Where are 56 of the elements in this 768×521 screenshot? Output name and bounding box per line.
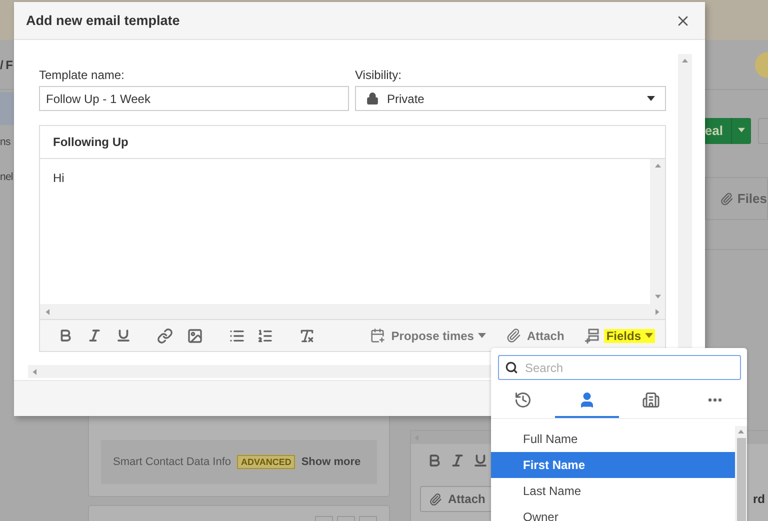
bullet-list-icon[interactable] [229, 328, 245, 344]
caret-icon [645, 332, 653, 340]
building-icon [642, 390, 660, 408]
search-icon [505, 361, 518, 374]
clear-format-icon[interactable] [299, 328, 315, 344]
bold-icon[interactable] [427, 452, 442, 468]
underline-icon[interactable] [473, 452, 488, 468]
numbered-list-icon[interactable] [257, 328, 273, 344]
paperclip-icon [720, 192, 734, 206]
italic-icon[interactable] [87, 328, 102, 343]
link-icon[interactable] [157, 328, 173, 344]
field-label: Template name: [39, 67, 126, 83]
search-field[interactable]: Search [498, 355, 741, 380]
advanced-badge: ADVANCED [237, 455, 296, 469]
composer-button[interactable]: rd [753, 486, 768, 512]
bold-icon[interactable] [58, 328, 73, 343]
paperclip-icon [429, 492, 442, 506]
scroll-up-icon [654, 163, 660, 169]
scrollbar[interactable] [735, 426, 747, 521]
caret-icon [478, 332, 486, 340]
show-more-link[interactable]: Show more [301, 456, 361, 468]
italic-icon[interactable] [450, 452, 465, 468]
sidebar-item[interactable]: nel [0, 160, 14, 195]
more-icon [708, 398, 722, 402]
toolbar-action[interactable]: Attach [506, 328, 566, 343]
scrollbar[interactable] [650, 159, 665, 304]
template-name-field[interactable]: Follow Up - 1 Week [39, 86, 349, 111]
scrollbar[interactable] [40, 304, 665, 319]
person-icon [578, 390, 596, 408]
smart-contact-label: Smart Contact Data Info [113, 456, 231, 468]
field-label: Visibility: [355, 67, 402, 83]
scroll-down-icon [654, 294, 660, 300]
calendar-plus-icon [370, 328, 386, 343]
dialog-title: Add new email template [26, 13, 180, 28]
sidebar-selection [0, 92, 14, 125]
caret-icon [647, 94, 655, 102]
image-icon[interactable] [187, 328, 203, 344]
scroll-up-icon [682, 58, 688, 64]
visibility-select[interactable]: Private [355, 86, 666, 111]
field-option[interactable]: First Name [491, 452, 735, 478]
history-icon [514, 390, 532, 408]
field-option[interactable]: Full Name [491, 426, 735, 452]
caret-icon [738, 127, 745, 134]
sidebar-item[interactable]: ns [0, 125, 14, 160]
message-body[interactable]: Hi [40, 159, 650, 304]
paperclip-icon [506, 328, 521, 343]
fields-icon [584, 328, 600, 344]
lock-icon [366, 92, 379, 105]
breadcrumb: / F [0, 58, 12, 72]
scroll-left-icon [32, 368, 38, 374]
deal-button[interactable]: eal [702, 118, 751, 144]
underline-icon[interactable] [116, 328, 131, 343]
scroll-up-icon [738, 429, 744, 435]
toolbar-action[interactable]: Propose times [370, 328, 488, 343]
scroll-right-icon [654, 308, 660, 314]
scroll-left-icon [45, 308, 51, 314]
